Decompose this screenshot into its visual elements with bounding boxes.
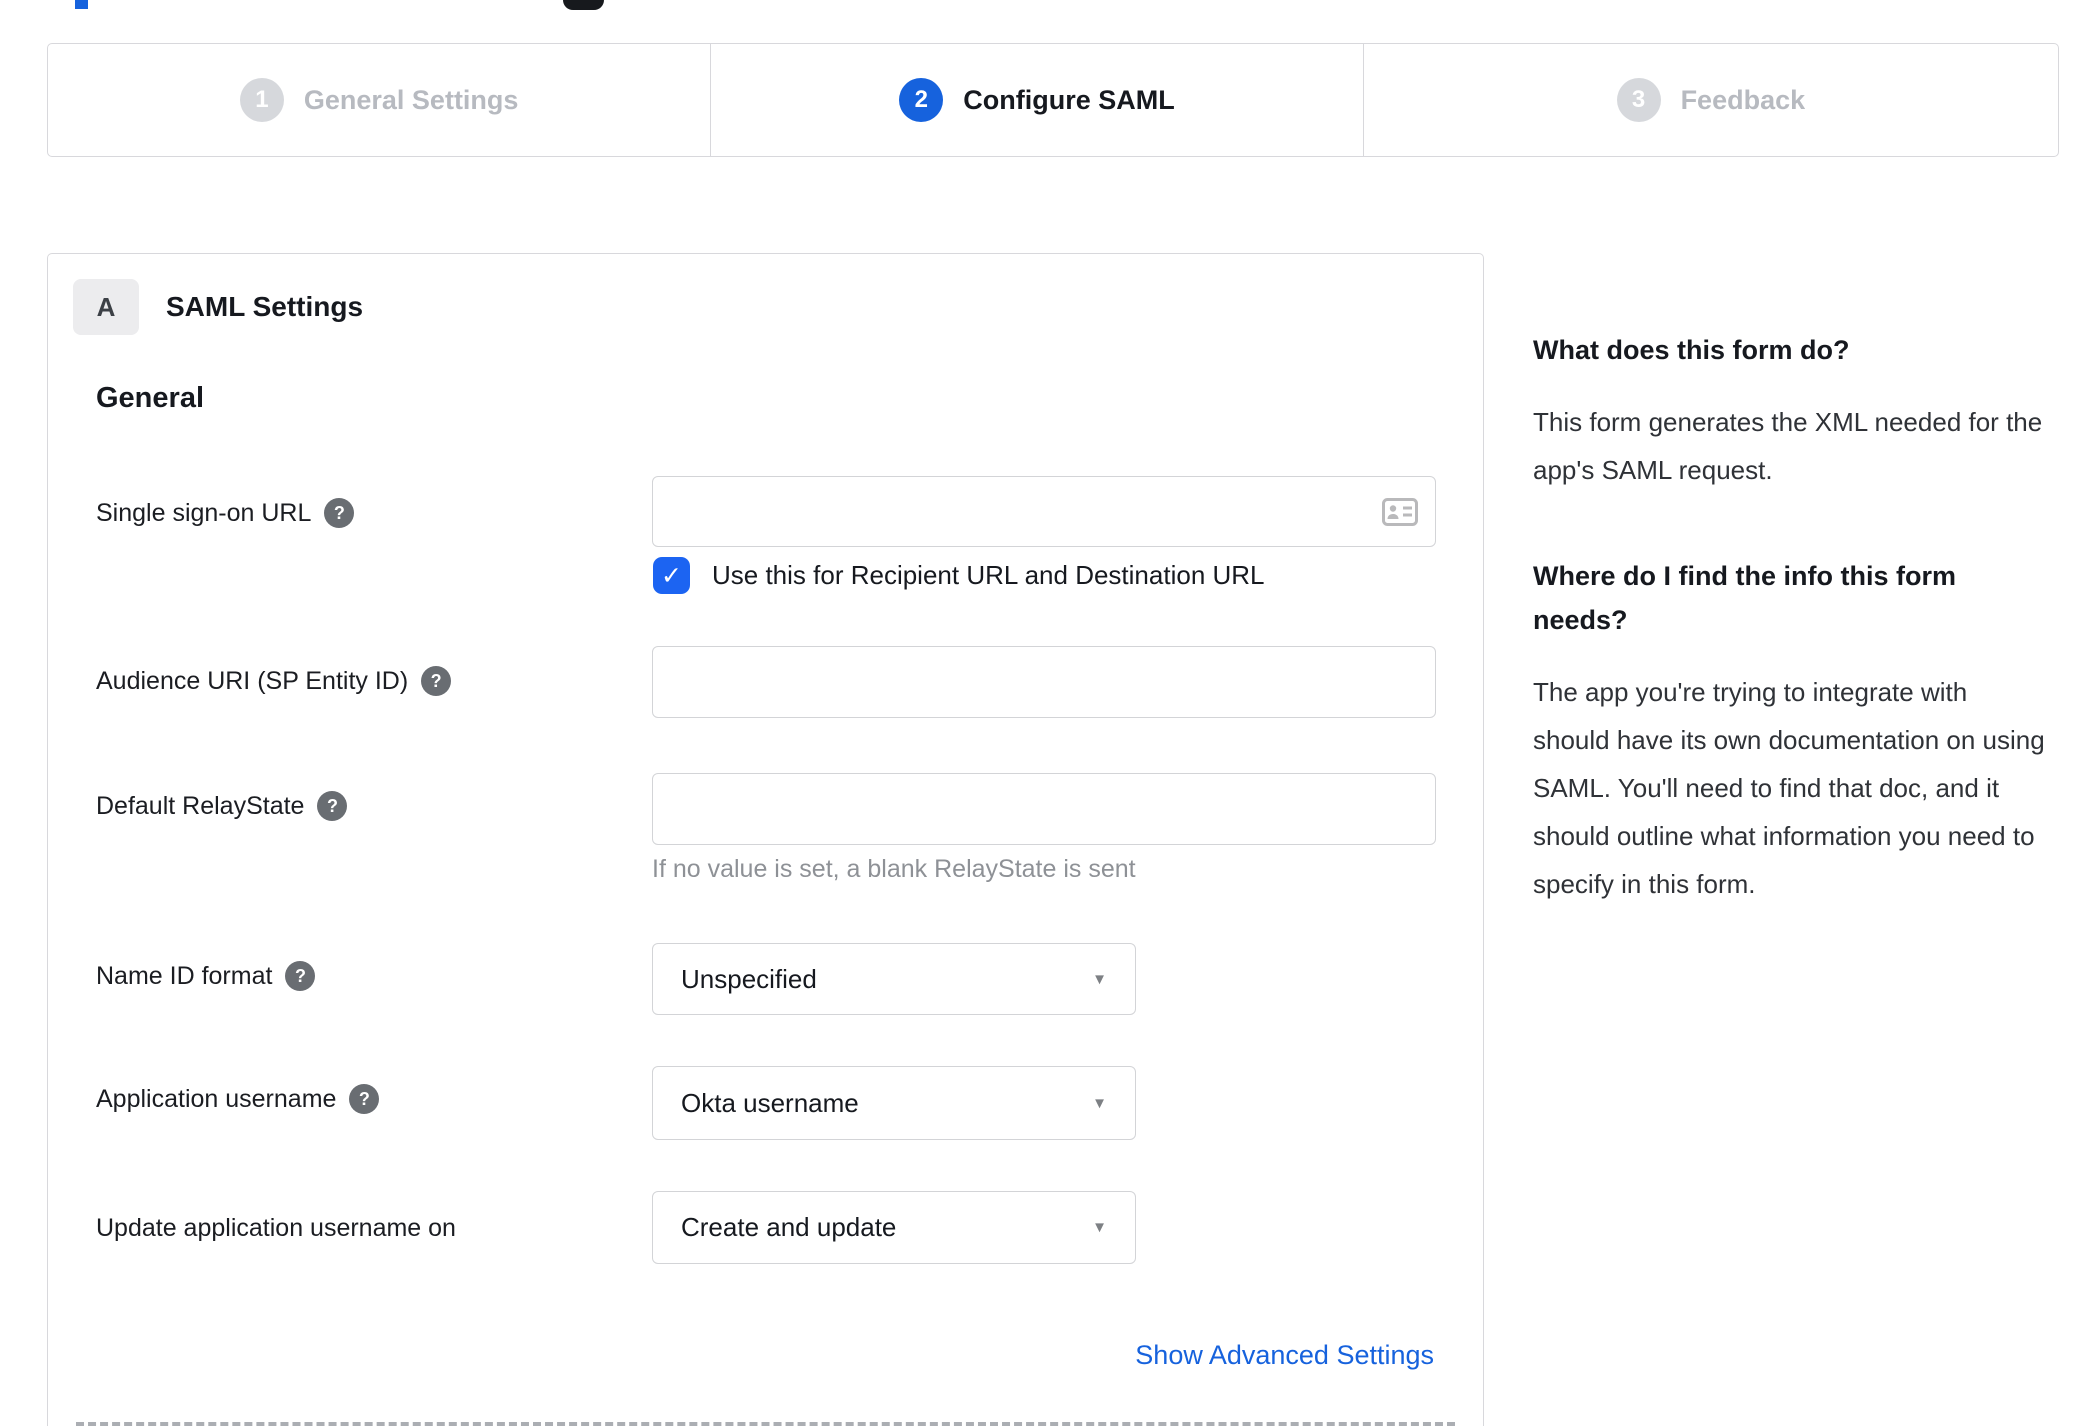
update-username-label: Update application username on (96, 1214, 456, 1243)
audience-uri-input[interactable] (652, 646, 1436, 718)
name-id-format-select[interactable]: Unspecified ▼ (652, 943, 1136, 1015)
name-id-format-value: Unspecified (681, 963, 817, 994)
update-username-value: Create and update (681, 1212, 897, 1242)
relaystate-input-wrap (652, 773, 1436, 845)
help-icon[interactable]: ? (421, 666, 452, 696)
name-id-format-label-text: Name ID format (96, 961, 273, 990)
relaystate-label: Default RelayState ? (96, 791, 348, 821)
step-general-settings: 1 General Settings (48, 44, 710, 156)
panel-title: SAML Settings (166, 291, 364, 322)
app-username-select[interactable]: Okta username ▼ (652, 1066, 1136, 1140)
step-feedback: 3 Feedback (1362, 44, 2058, 156)
app-username-label: Application username ? (96, 1084, 380, 1114)
step-2-number-badge: 2 (899, 78, 944, 122)
wizard-stepper: 1 General Settings 2 Configure SAML 3 Fe… (47, 43, 2059, 157)
help-sidebar: What does this form do? This form genera… (1533, 328, 2045, 908)
name-id-format-label: Name ID format ? (96, 961, 316, 991)
audience-uri-input-wrap (652, 646, 1436, 718)
update-username-label-text: Update application username on (96, 1214, 456, 1242)
show-advanced-settings-link[interactable]: Show Advanced Settings (1135, 1340, 1434, 1371)
chevron-down-icon: ▼ (1092, 1094, 1107, 1112)
general-section-title: General (96, 382, 204, 414)
sso-url-input-wrap (652, 476, 1436, 547)
sidebar-body-what: This form generates the XML needed for t… (1533, 407, 2043, 485)
sidebar-body-where: The app you're trying to integrate with … (1533, 677, 2045, 899)
step-configure-saml: 2 Configure SAML (710, 44, 1362, 156)
update-username-select[interactable]: Create and update ▼ (652, 1191, 1136, 1264)
step-2-label: Configure SAML (963, 84, 1175, 115)
help-icon[interactable]: ? (324, 498, 355, 528)
chevron-down-icon: ▼ (1092, 1219, 1107, 1236)
saml-wizard-page: 1 General Settings 2 Configure SAML 3 Fe… (0, 0, 2092, 1426)
help-icon[interactable]: ? (349, 1084, 380, 1114)
relaystate-helper-text: If no value is set, a blank RelayState i… (652, 855, 1136, 883)
contact-card-icon[interactable] (1382, 497, 1418, 526)
sso-url-input[interactable] (652, 476, 1436, 547)
app-username-value: Okta username (681, 1087, 859, 1118)
saml-settings-panel: A SAML Settings General Single sign-on U… (47, 253, 1484, 1426)
audience-uri-label-text: Audience URI (SP Entity ID) (96, 666, 409, 695)
relaystate-label-text: Default RelayState (96, 791, 305, 820)
sso-url-label-text: Single sign-on URL (96, 498, 312, 527)
step-3-number-badge: 3 (1616, 78, 1661, 122)
help-icon[interactable]: ? (317, 791, 348, 821)
step-1-label: General Settings (303, 84, 519, 115)
sso-url-label: Single sign-on URL ? (96, 498, 355, 528)
app-username-label-text: Application username (96, 1084, 337, 1113)
clipped-header-fragment-dark (563, 0, 604, 10)
section-a-badge: A (73, 279, 139, 335)
chevron-down-icon: ▼ (1092, 970, 1107, 988)
sidebar-heading-where: Where do I find the info this form needs… (1533, 561, 1956, 635)
relaystate-input[interactable] (652, 773, 1436, 845)
recipient-url-checkbox-label: Use this for Recipient URL and Destinati… (712, 560, 1265, 590)
recipient-url-checkbox[interactable]: ✓ (653, 557, 690, 594)
section-dashed-divider (76, 1422, 1455, 1426)
help-icon[interactable]: ? (285, 961, 316, 991)
clipped-header-fragment-blue (75, 0, 88, 9)
step-1-number-badge: 1 (239, 78, 284, 122)
audience-uri-label: Audience URI (SP Entity ID) ? (96, 666, 452, 696)
step-3-label: Feedback (1680, 84, 1806, 115)
sidebar-heading-what: What does this form do? (1533, 335, 1850, 365)
checkmark-icon: ✓ (661, 561, 682, 590)
